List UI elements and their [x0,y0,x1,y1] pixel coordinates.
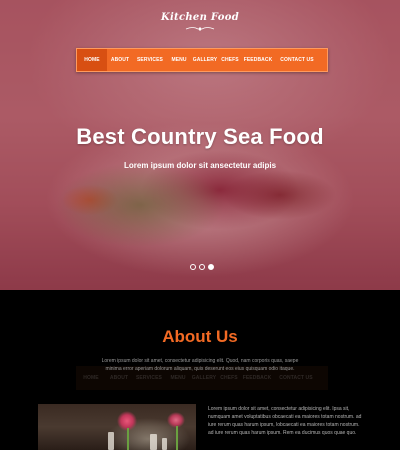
about-image [38,404,196,450]
hero-subtitle: Lorem ipsum dolor sit ansectetur adipis [123,161,277,170]
table-glass [162,438,167,450]
hero-slider: Kitchen Food HOME ABOUT SERVICES MENU GA… [0,0,400,290]
flower-stem [127,428,129,450]
table-glass [108,432,114,450]
nav-home[interactable]: HOME [77,49,107,71]
nav-menu[interactable]: MENU [167,57,191,63]
about-paragraph: Lorem ipsum dolor sit amet, consectetur … [208,406,362,436]
main-navbar: HOME ABOUT SERVICES MENU GALLERY CHEFS F… [76,48,328,72]
ghost-nav-menu: MENU [170,375,186,381]
flower-stem [176,426,178,450]
ghost-nav-feedback: FEEDBACK [242,375,272,381]
nav-about[interactable]: ABOUT [107,57,133,63]
slide-dot-1[interactable] [190,264,196,270]
slide-dot-3[interactable] [208,264,214,270]
table-glass [150,434,157,450]
nav-services[interactable]: SERVICES [133,57,167,63]
slide-dot-2[interactable] [199,264,205,270]
ghost-nav-chefs: CHEFS [220,375,238,381]
nav-feedback[interactable]: FEEDBACK [241,57,275,63]
about-intro-text: Lorem ipsum dolor sit amet, consectetur … [101,358,299,372]
site-logo[interactable]: Kitchen Food [0,12,400,23]
nav-gallery[interactable]: GALLERY [191,57,219,63]
ghost-nav-about: ABOUT [109,375,129,381]
ghost-nav-gallery: GALLERY [191,375,217,381]
slider-pagination [190,264,214,270]
nav-contact-us[interactable]: CONTACT US [275,57,319,63]
logo-ornament-icon [185,27,215,31]
nav-chefs[interactable]: CHEFS [219,57,241,63]
hero-title: Best Country Sea Food [76,124,324,149]
ghost-nav-contact-us: CONTACT US [279,375,313,381]
ghost-nav-services: SERVICES [136,375,162,381]
about-title: About Us [162,327,238,346]
